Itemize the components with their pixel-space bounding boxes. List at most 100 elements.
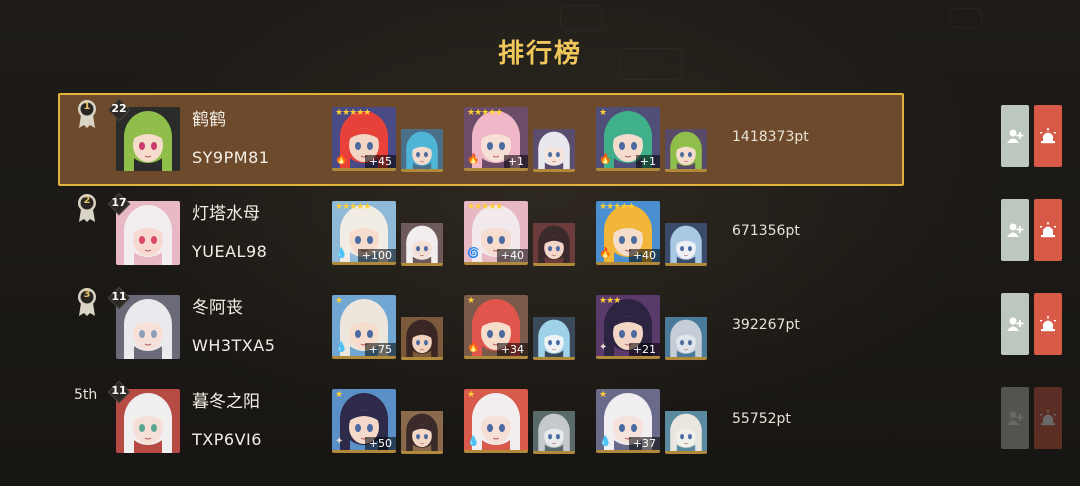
upgrade-level: +1 [503, 155, 528, 168]
player-id: YUEAL98 [192, 242, 268, 261]
add-friend-button[interactable] [1001, 105, 1029, 167]
upgrade-level: +37 [628, 437, 660, 450]
support-character-card[interactable] [533, 410, 575, 454]
upgrade-level: +1 [635, 155, 660, 168]
star-rating: ★★★★★ [467, 108, 503, 118]
main-character-card[interactable]: ★★★★★ 🔥 +40 [596, 201, 660, 265]
character-portrait [533, 223, 575, 263]
leaderboard-row[interactable]: 3 11 冬阿丧 WH3TXA5 ★ 💧 +75 ★ 🔥 +34 ★★★ ✦ +… [58, 281, 904, 374]
score: 392267pt [732, 317, 800, 333]
player-name: 鹤鹤 [192, 110, 226, 130]
star-rating: ★ [335, 296, 343, 306]
team-slot[interactable]: ★ 💧 +37 [588, 389, 718, 459]
support-character-card[interactable] [401, 222, 443, 266]
score: 671356pt [732, 223, 800, 239]
support-character-card[interactable] [665, 316, 707, 360]
main-character-card[interactable]: ★★★ ✦ +21 [596, 295, 660, 359]
rank-medal-icon: 1 [76, 99, 98, 129]
add-friend-icon [1006, 410, 1024, 426]
upgrade-level: +21 [628, 343, 660, 356]
support-character-card[interactable] [533, 128, 575, 172]
alarm-icon [1039, 316, 1057, 332]
support-character-card[interactable] [533, 222, 575, 266]
main-character-card[interactable]: ★ ✦ +50 [332, 389, 396, 453]
leaderboard-row[interactable]: 1 22 鹤鹤 SY9PM81 ★★★★★ 🔥 +45 ★★★★★ 🔥 +1 ★… [58, 93, 904, 186]
star-rating: ★ [467, 296, 475, 306]
support-character-card[interactable] [665, 128, 707, 172]
character-portrait [665, 317, 707, 357]
support-character-card[interactable] [401, 128, 443, 172]
support-character-card[interactable] [401, 316, 443, 360]
fire-icon: 🔥 [467, 154, 480, 165]
add-friend-button[interactable] [1001, 293, 1029, 355]
leaderboard-row[interactable]: 5th 11 暮冬之阳 TXP6VI6 ★ ✦ +50 ★ 💧 ★ 💧 +37 … [58, 375, 904, 468]
team-slot[interactable]: ★ ✦ +50 [324, 389, 454, 459]
rank-medal-icon: 3 [76, 287, 98, 317]
report-button[interactable] [1034, 105, 1062, 167]
upgrade-level: +50 [364, 437, 396, 450]
player-name: 灯塔水母 [192, 204, 260, 224]
main-character-card[interactable]: ★★★★★ 🔥 +1 [464, 107, 528, 171]
level-number: 22 [111, 102, 127, 115]
main-character-card[interactable]: ★★★★★ 🌀 +40 [464, 201, 528, 265]
main-character-card[interactable]: ★★★★★ 💧 +100 [332, 201, 396, 265]
team-slot[interactable]: ★★★★★ 🌀 +40 [456, 201, 586, 271]
add-friend-icon [1006, 222, 1024, 238]
water-icon: 💧 [335, 342, 348, 353]
support-character-card[interactable] [401, 410, 443, 454]
add-friend-button[interactable] [1001, 387, 1029, 449]
team-slot[interactable]: ★★★★★ 🔥 +1 [456, 107, 586, 177]
support-character-card[interactable] [665, 410, 707, 454]
fire-icon: 🔥 [599, 248, 612, 259]
main-character-card[interactable]: ★★★★★ 🔥 +45 [332, 107, 396, 171]
report-button[interactable] [1034, 293, 1062, 355]
level-badge: 22 [107, 98, 131, 122]
main-character-card[interactable]: ★ 💧 [464, 389, 528, 453]
report-button[interactable] [1034, 387, 1062, 449]
team-slot[interactable]: ★★★★★ 🔥 +45 [324, 107, 454, 177]
add-friend-icon [1006, 128, 1024, 144]
team-slot[interactable]: ★★★★★ 💧 +100 [324, 201, 454, 271]
page-title: 排行榜 [497, 39, 582, 69]
main-character-card[interactable]: ★ 🔥 +1 [596, 107, 660, 171]
upgrade-level: +100 [357, 249, 396, 262]
score: 1418373pt [732, 129, 809, 145]
alarm-icon [1039, 410, 1057, 426]
water-icon: 💧 [599, 436, 612, 447]
character-portrait [665, 129, 707, 169]
level-badge: 17 [107, 192, 131, 216]
leaderboard-row[interactable]: 2 17 灯塔水母 YUEAL98 ★★★★★ 💧 +100 ★★★★★ 🌀 +… [58, 187, 904, 280]
team-slot[interactable]: ★ 🔥 +1 [588, 107, 718, 177]
team-slot[interactable]: ★ 💧 +75 [324, 295, 454, 365]
main-character-card[interactable]: ★ 💧 +75 [332, 295, 396, 359]
support-character-card[interactable] [533, 316, 575, 360]
star-rating: ★★★★★ [335, 202, 371, 212]
player-id: TXP6VI6 [192, 430, 262, 449]
level-badge: 11 [107, 286, 131, 310]
alarm-icon [1039, 128, 1057, 144]
level-badge: 11 [107, 380, 131, 404]
spiral-icon: 🌀 [467, 248, 480, 259]
character-portrait [665, 411, 707, 451]
support-character-card[interactable] [665, 222, 707, 266]
fire-icon: 🔥 [599, 154, 612, 165]
team-slot[interactable]: ★ 🔥 +34 [456, 295, 586, 365]
star-rating: ★★★★★ [467, 202, 503, 212]
main-character-card[interactable]: ★ 🔥 +34 [464, 295, 528, 359]
rank-number: 1 [83, 101, 91, 112]
level-number: 11 [111, 384, 127, 397]
team-slot[interactable]: ★★★★★ 🔥 +40 [588, 201, 718, 271]
background-decoration [950, 8, 982, 28]
add-friend-button[interactable] [1001, 199, 1029, 261]
team-slot[interactable]: ★★★ ✦ +21 [588, 295, 718, 365]
team-slot[interactable]: ★ 💧 [456, 389, 586, 459]
upgrade-level: +75 [364, 343, 396, 356]
report-button[interactable] [1034, 199, 1062, 261]
upgrade-level: +34 [496, 343, 528, 356]
player-id: SY9PM81 [192, 148, 270, 167]
character-portrait [533, 411, 575, 451]
rank-medal-icon: 2 [76, 193, 98, 223]
rank-number: 2 [83, 195, 91, 206]
main-character-card[interactable]: ★ 💧 +37 [596, 389, 660, 453]
character-portrait [533, 317, 575, 357]
